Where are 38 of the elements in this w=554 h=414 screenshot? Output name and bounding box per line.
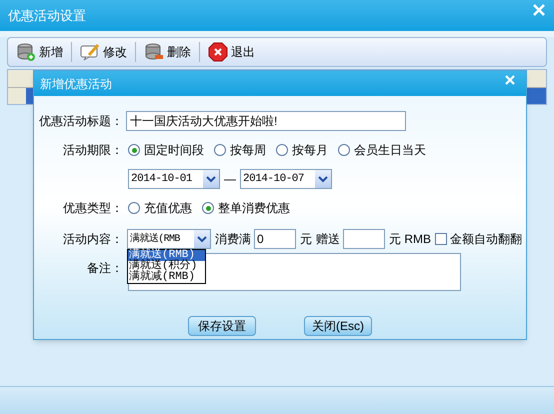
unit-label: 元 RMB [389, 231, 431, 248]
database-remove-icon [144, 42, 164, 62]
dropdown[interactable]: 满就送(RMB [127, 229, 211, 249]
field-label: 活动内容： [63, 231, 123, 248]
field-label: 活动期限： [63, 142, 123, 159]
radio-option[interactable]: 按每月 [276, 141, 328, 159]
close-icon[interactable] [532, 4, 546, 16]
field-label: 优惠活动标题： [39, 113, 123, 130]
radio-option[interactable]: 会员生日当天 [338, 141, 426, 159]
radio-option[interactable]: 充值优惠 [128, 199, 192, 217]
auto-double-checkbox[interactable]: 金额自动翻翻 [435, 230, 522, 248]
amount-input[interactable]: 0 [254, 229, 296, 249]
dialog-title: 新增优惠活动 [40, 76, 112, 92]
field-label: 优惠类型： [63, 200, 123, 217]
radio-option[interactable]: 固定时间段 [128, 141, 204, 159]
dialog-button[interactable]: 保存设置 [188, 316, 256, 336]
field-label: 备注： [87, 260, 123, 277]
toolbar-button[interactable]: 删除 [140, 40, 195, 64]
dropdown-option[interactable]: 满就减(RMB) [128, 272, 205, 283]
close-icon[interactable] [504, 75, 516, 85]
dialog-button[interactable]: 关闭(Esc) [304, 316, 372, 336]
field-label: 赠送 [316, 231, 340, 248]
window-title: 优惠活动设置 [8, 6, 86, 25]
radio-option[interactable]: 整单消费优惠 [202, 199, 290, 217]
pencil-note-icon [80, 42, 100, 62]
toolbar-button[interactable]: 退出 [204, 40, 259, 64]
title-input[interactable]: 十一国庆活动大优惠开始啦! [126, 111, 406, 131]
toolbar-button[interactable]: 新增 [12, 40, 67, 64]
dropdown[interactable]: 2014-10-07 [240, 169, 332, 189]
gift-input[interactable] [343, 229, 385, 249]
unit-label: 元 [300, 231, 312, 248]
database-add-icon [16, 42, 36, 62]
field-label: 消费满 [215, 231, 251, 248]
date-separator: — [224, 171, 236, 188]
radio-option[interactable]: 按每周 [214, 141, 266, 159]
stop-x-icon [208, 42, 228, 62]
toolbar-button[interactable]: 修改 [76, 40, 131, 64]
dropdown[interactable]: 2014-10-01 [128, 169, 220, 189]
